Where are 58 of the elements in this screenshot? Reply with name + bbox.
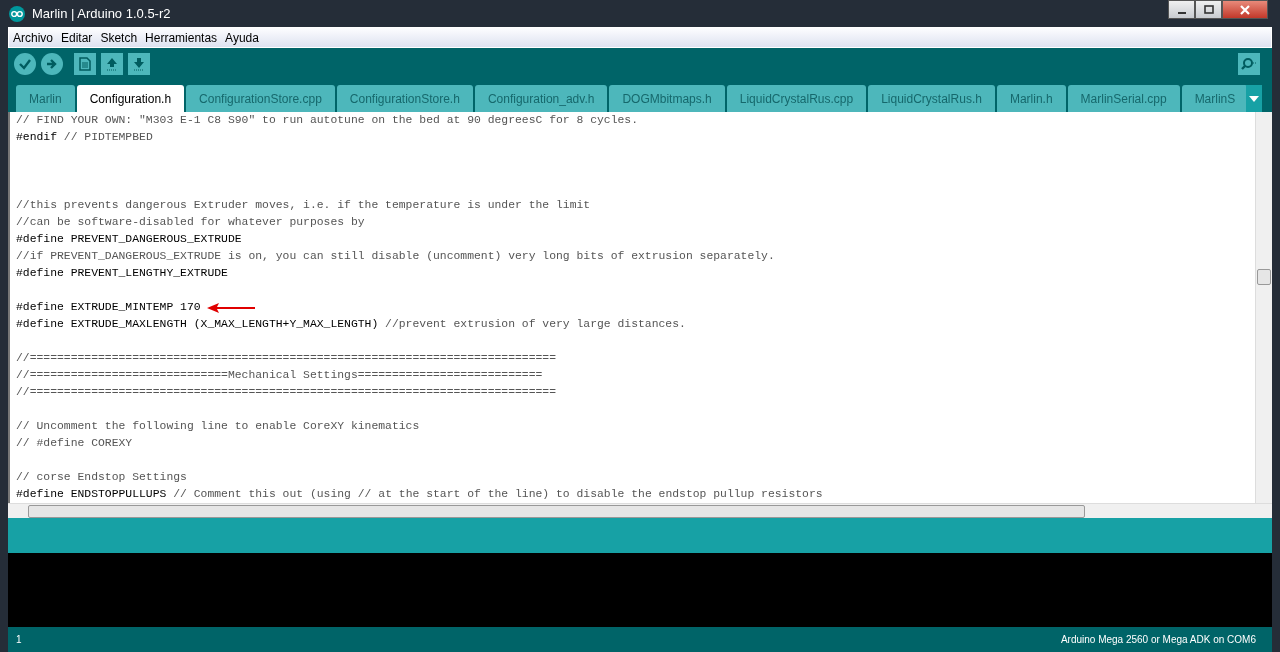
code-line: // #define COREXY bbox=[16, 436, 133, 451]
code-line: //if PREVENT_DANGEROUS_EXTRUDE is on, you can still disable (uncomment) very long bits of extrusion separately. bbox=[16, 249, 775, 264]
file-tab[interactable]: MarlinSerial.cpp bbox=[1067, 85, 1180, 112]
code-line: #define PREVENT_DANGEROUS_EXTRUDE bbox=[16, 232, 242, 247]
right-arrow-icon bbox=[45, 57, 59, 71]
verify-button[interactable] bbox=[14, 53, 36, 75]
tab-menu-button[interactable] bbox=[1246, 85, 1263, 112]
maximize-button[interactable] bbox=[1195, 0, 1222, 19]
code-line: //this prevents dangerous Extruder moves, i.e. if the temperature is under the limit bbox=[16, 198, 591, 213]
code-line: #define PREVENT_LENGTHY_EXTRUDE bbox=[16, 266, 228, 281]
menu-item[interactable]: Ayuda bbox=[225, 30, 259, 45]
minimize-button[interactable] bbox=[1168, 0, 1195, 19]
code-line: //============================================================================= bbox=[16, 385, 556, 400]
maximize-icon bbox=[1203, 4, 1214, 15]
menu-item[interactable]: Archivo bbox=[13, 30, 53, 45]
open-button[interactable] bbox=[101, 53, 123, 75]
file-tab[interactable]: Configuration_adv.h bbox=[474, 85, 608, 112]
close-icon bbox=[1239, 4, 1251, 15]
checkmark-icon bbox=[18, 57, 32, 71]
window-title: Marlin | Arduino 1.0.5-r2 bbox=[32, 6, 171, 21]
file-tab[interactable]: LiquidCrystalRus.h bbox=[868, 85, 995, 112]
code-line: //============================================================================= bbox=[16, 351, 556, 366]
menu-item[interactable]: Editar bbox=[61, 30, 93, 45]
menu-item[interactable]: Herramientas bbox=[145, 30, 218, 45]
file-tab[interactable]: Marlin.h bbox=[996, 85, 1066, 112]
serial-monitor-button[interactable] bbox=[1238, 53, 1260, 75]
up-arrow-icon bbox=[105, 57, 119, 71]
code-line: // corse Endstop Settings bbox=[16, 470, 187, 485]
file-tab[interactable]: MarlinS bbox=[1181, 85, 1249, 112]
horizontal-scrollbar[interactable] bbox=[8, 503, 1272, 518]
close-button[interactable] bbox=[1222, 0, 1268, 19]
menu-item[interactable]: Sketch bbox=[100, 30, 138, 45]
new-file-button[interactable] bbox=[74, 53, 96, 75]
upload-button[interactable] bbox=[41, 53, 63, 75]
file-tab[interactable]: Configuration.h bbox=[76, 85, 185, 112]
minimize-icon bbox=[1177, 11, 1186, 14]
file-tab[interactable]: Marlin bbox=[16, 85, 75, 112]
code-line: #endif // PIDTEMPBED bbox=[16, 130, 153, 145]
document-icon bbox=[79, 57, 91, 71]
code-line: // FIND YOUR OWN: "M303 E-1 C8 S90" to run autotune on the bed at 90 degreesC for 8 cycles. bbox=[16, 113, 639, 128]
code-line: // Uncomment the following line to enable CoreXY kinematics bbox=[16, 419, 420, 434]
caret-icon bbox=[1249, 95, 1260, 102]
save-button[interactable] bbox=[128, 53, 150, 75]
code-line: //can be software-disabled for whatever purposes by bbox=[16, 215, 365, 230]
file-tab[interactable]: DOGMbitmaps.h bbox=[609, 85, 725, 112]
app-logo-icon bbox=[9, 5, 25, 22]
magnifier-icon bbox=[1241, 57, 1257, 71]
down-arrow-icon bbox=[132, 57, 146, 71]
code-line: //=============================Mechanical Settings=========================== bbox=[16, 368, 543, 383]
file-tab[interactable]: ConfigurationStore.cpp bbox=[186, 85, 335, 112]
file-tab[interactable]: ConfigurationStore.h bbox=[336, 85, 473, 112]
file-tab[interactable]: LiquidCrystalRus.cpp bbox=[726, 85, 867, 112]
vertical-scrollbar[interactable] bbox=[1255, 112, 1272, 503]
line-number: 1 bbox=[16, 634, 22, 645]
code-line: #define ENDSTOPPULLUPS // Comment this out (using // at the start of the line) to disable the endstop pullup resistors bbox=[16, 487, 823, 502]
board-status: Arduino Mega 2560 or Mega ADK on COM6 bbox=[1060, 634, 1256, 645]
code-line: #define EXTRUDE_MAXLENGTH (X_MAX_LENGTH+Y_MAX_LENGTH) //prevent extrusion of very large distances. bbox=[16, 317, 686, 332]
code-line: #define EXTRUDE_MINTEMP 170 bbox=[16, 300, 201, 315]
